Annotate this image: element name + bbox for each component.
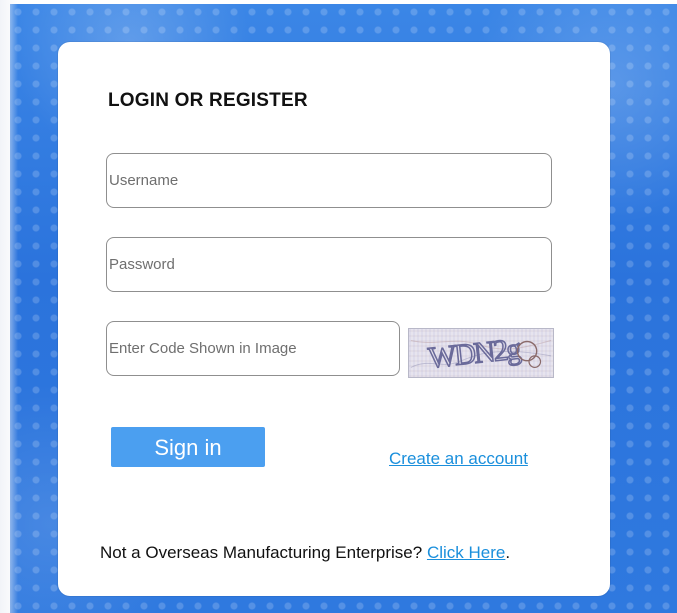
footer-period: . <box>505 543 511 562</box>
password-input[interactable] <box>107 238 555 291</box>
footer-prompt: Not a Overseas Manufacturing Enterprise?… <box>100 543 510 563</box>
sign-in-button[interactable]: Sign in <box>111 427 265 467</box>
left-background-fade <box>0 0 18 613</box>
username-field[interactable] <box>106 153 555 208</box>
password-field[interactable] <box>106 237 555 292</box>
click-here-link[interactable]: Click Here <box>427 543 505 562</box>
captcha-code-input[interactable] <box>107 322 403 375</box>
footer-text: Not a Overseas Manufacturing Enterprise? <box>100 543 423 562</box>
create-account-link[interactable]: Create an account <box>389 449 528 469</box>
username-input[interactable] <box>107 154 555 207</box>
captcha-code-field[interactable] <box>106 321 403 376</box>
captcha-image[interactable]: WDN2g <box>408 328 554 378</box>
captcha-text: WDN2g <box>427 332 523 375</box>
login-card: LOGIN OR REGISTER WDN2g Sign in Create a… <box>58 42 610 596</box>
page-title: LOGIN OR REGISTER <box>108 90 308 111</box>
